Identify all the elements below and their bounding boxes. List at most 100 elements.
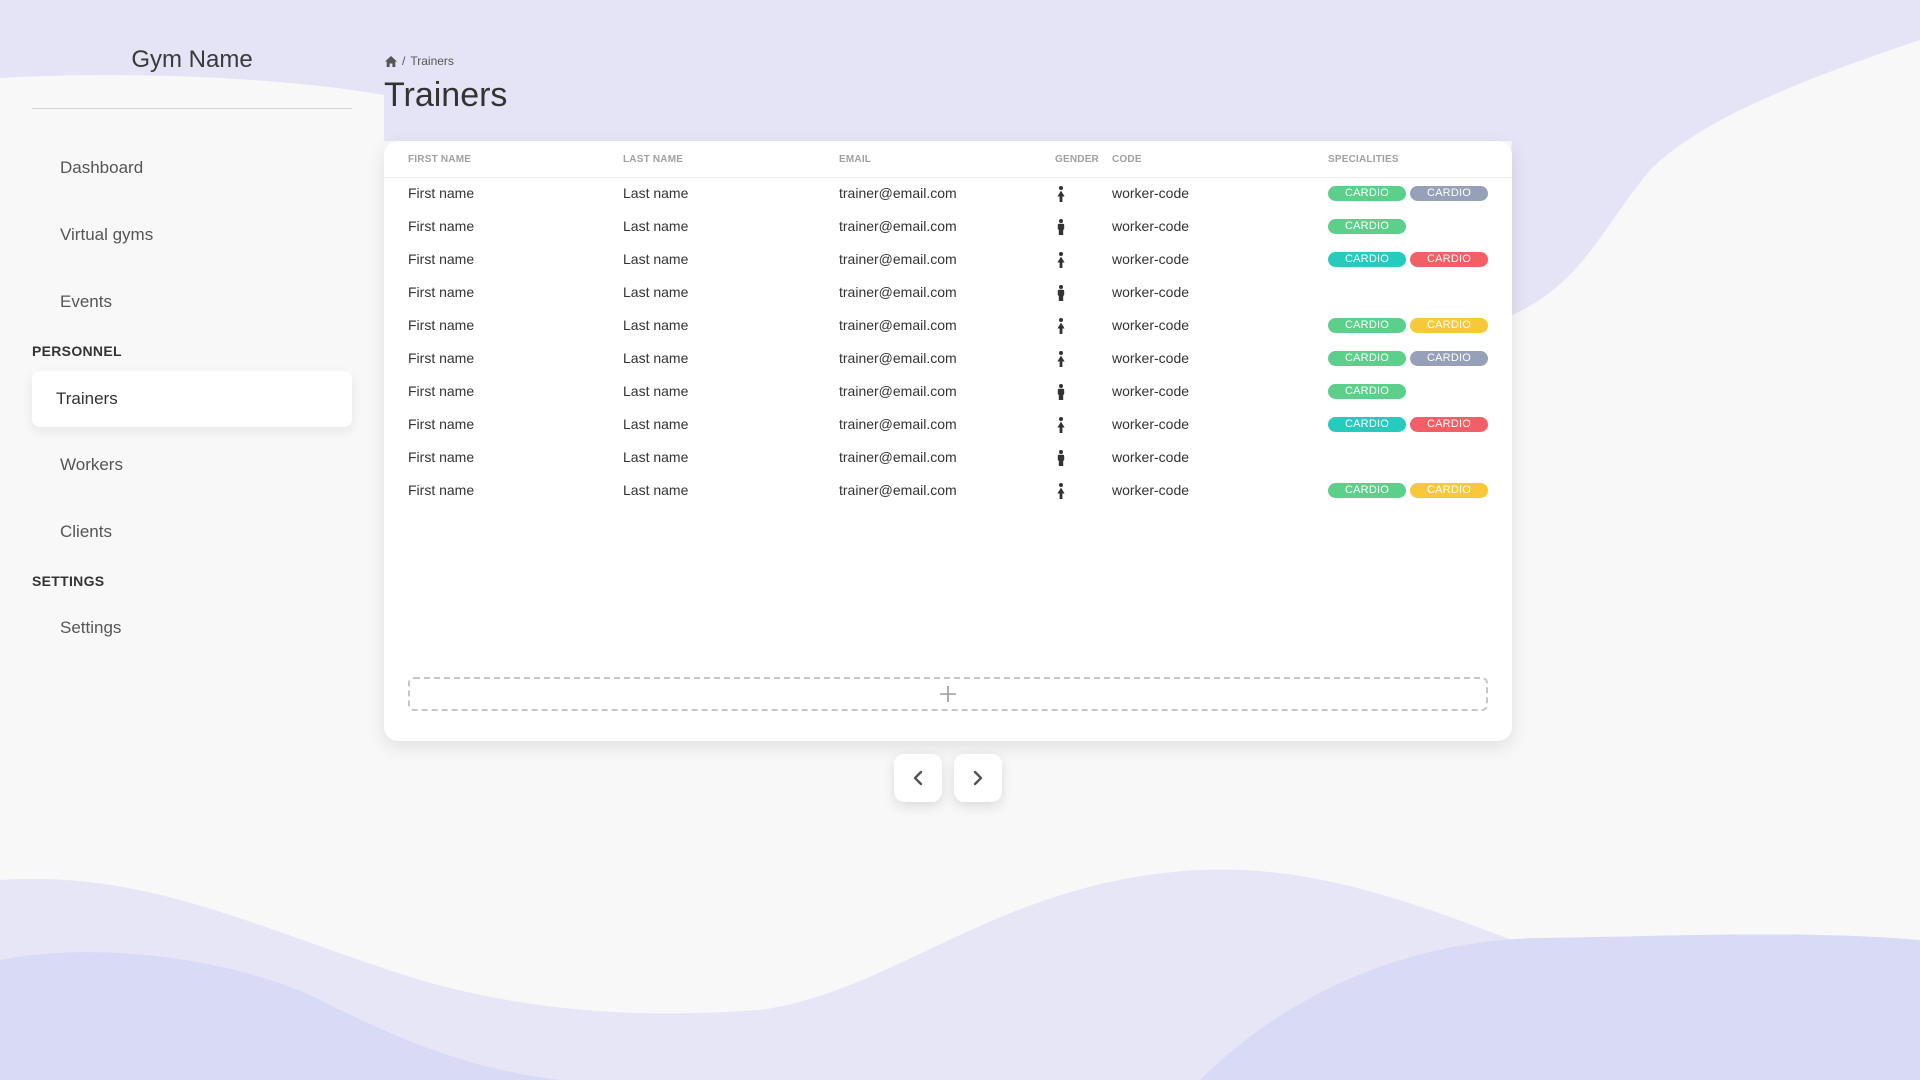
code-cell: worker-code	[1112, 383, 1190, 399]
table-row[interactable]: First name Last name trainer@email.com work…	[384, 342, 1512, 375]
gender-cell	[1046, 342, 1076, 375]
specialities-cell: CARDIO CARDIO	[1328, 177, 1488, 210]
last-name-cell: Last name	[623, 185, 689, 201]
sidebar-item-events[interactable]: Events	[32, 274, 352, 330]
breadcrumb-current: Trainers	[410, 54, 454, 68]
first-name-cell: First name	[408, 284, 475, 300]
speciality-badge: CARDIO	[1410, 417, 1488, 432]
speciality-badge: CARDIO	[1410, 351, 1488, 366]
gender-cell	[1046, 210, 1076, 243]
table-row[interactable]: First name Last name trainer@email.com work…	[384, 243, 1512, 276]
speciality-badge: CARDIO	[1328, 384, 1406, 399]
email-cell: trainer@email.com	[839, 185, 957, 201]
breadcrumb: / Trainers	[385, 54, 454, 68]
female-icon	[1056, 482, 1066, 499]
table-row[interactable]: First name Last name trainer@email.com work…	[384, 210, 1512, 243]
table-row[interactable]: First name Last name trainer@email.com work…	[384, 408, 1512, 441]
email-cell: trainer@email.com	[839, 350, 957, 366]
sidebar-item-virtual-gyms[interactable]: Virtual gyms	[32, 207, 352, 263]
last-name-cell: Last name	[623, 383, 689, 399]
code-cell: worker-code	[1112, 350, 1190, 366]
table-row[interactable]: First name Last name trainer@email.com work…	[384, 474, 1512, 507]
speciality-badge: CARDIO	[1410, 252, 1488, 267]
speciality-badge: CARDIO	[1410, 318, 1488, 333]
column-header-last-name: LAST NAME	[623, 154, 684, 165]
specialities-cell: CARDIO CARDIO	[1328, 309, 1488, 342]
sidebar-item-label: Clients	[60, 522, 112, 541]
female-icon	[1056, 185, 1066, 202]
table-row[interactable]: First name Last name trainer@email.com work…	[384, 375, 1512, 408]
plus-icon	[939, 685, 957, 703]
male-icon	[1056, 383, 1066, 400]
last-name-cell: Last name	[623, 284, 689, 300]
gender-cell	[1046, 243, 1076, 276]
first-name-cell: First name	[408, 482, 475, 498]
speciality-badge: CARDIO	[1410, 483, 1488, 498]
gender-cell	[1046, 309, 1076, 342]
breadcrumb-separator: /	[402, 54, 406, 68]
table-row[interactable]: First name Last name trainer@email.com work…	[384, 177, 1512, 210]
female-icon	[1056, 251, 1066, 268]
email-cell: trainer@email.com	[839, 317, 957, 333]
speciality-badge: CARDIO	[1410, 186, 1488, 201]
sidebar-item-workers[interactable]: Workers	[32, 437, 352, 493]
last-name-cell: Last name	[623, 350, 689, 366]
male-icon	[1056, 449, 1066, 466]
email-cell: trainer@email.com	[839, 416, 957, 432]
specialities-cell: CARDIO	[1328, 210, 1406, 243]
speciality-badge: CARDIO	[1328, 219, 1406, 234]
male-icon	[1056, 218, 1066, 235]
speciality-badge: CARDIO	[1328, 351, 1406, 366]
gender-cell	[1046, 177, 1076, 210]
sidebar-item-label: Trainers	[56, 389, 118, 408]
specialities-cell: CARDIO CARDIO	[1328, 342, 1488, 375]
specialities-cell: CARDIO CARDIO	[1328, 243, 1488, 276]
trainers-table-card: FIRST NAME LAST NAME EMAIL GENDER CODE S…	[384, 141, 1512, 741]
sidebar-item-label: Events	[60, 292, 112, 311]
table-row[interactable]: First name Last name trainer@email.com work…	[384, 441, 1512, 474]
sidebar-item-clients[interactable]: Clients	[32, 504, 352, 560]
sidebar-item-label: Virtual gyms	[60, 225, 154, 244]
add-trainer-button[interactable]	[408, 677, 1488, 711]
male-icon	[1056, 284, 1066, 301]
sidebar-item-label: Settings	[60, 618, 122, 637]
page-title: Trainers	[384, 76, 508, 114]
table-row[interactable]: First name Last name trainer@email.com work…	[384, 276, 1512, 309]
previous-page-button[interactable]	[894, 754, 942, 802]
code-cell: worker-code	[1112, 449, 1190, 465]
brand-divider	[32, 108, 352, 109]
first-name-cell: First name	[408, 218, 475, 234]
first-name-cell: First name	[408, 251, 475, 267]
first-name-cell: First name	[408, 350, 475, 366]
sidebar-item-settings[interactable]: Settings	[32, 600, 352, 656]
home-icon[interactable]	[385, 55, 397, 67]
email-cell: trainer@email.com	[839, 383, 957, 399]
first-name-cell: First name	[408, 383, 475, 399]
column-header-email: EMAIL	[839, 154, 872, 165]
table-row[interactable]: First name Last name trainer@email.com work…	[384, 309, 1512, 342]
code-cell: worker-code	[1112, 416, 1190, 432]
column-header-code: CODE	[1112, 154, 1142, 165]
code-cell: worker-code	[1112, 251, 1190, 267]
female-icon	[1056, 416, 1066, 433]
first-name-cell: First name	[408, 317, 475, 333]
gender-cell	[1046, 408, 1076, 441]
chevron-right-icon	[971, 770, 985, 786]
sidebar-item-trainers[interactable]: Trainers	[32, 371, 352, 427]
sidebar-item-label: Dashboard	[60, 158, 144, 177]
brand-name: Gym Name	[131, 46, 253, 73]
last-name-cell: Last name	[623, 317, 689, 333]
code-cell: worker-code	[1112, 317, 1190, 333]
code-cell: worker-code	[1112, 185, 1190, 201]
female-icon	[1056, 350, 1066, 367]
first-name-cell: First name	[408, 449, 475, 465]
speciality-badge: CARDIO	[1328, 252, 1406, 267]
sidebar-item-dashboard[interactable]: Dashboard	[32, 140, 352, 196]
code-cell: worker-code	[1112, 218, 1190, 234]
last-name-cell: Last name	[623, 449, 689, 465]
next-page-button[interactable]	[954, 754, 1002, 802]
email-cell: trainer@email.com	[839, 482, 957, 498]
chevron-left-icon	[911, 770, 925, 786]
last-name-cell: Last name	[623, 482, 689, 498]
gender-cell	[1046, 375, 1076, 408]
